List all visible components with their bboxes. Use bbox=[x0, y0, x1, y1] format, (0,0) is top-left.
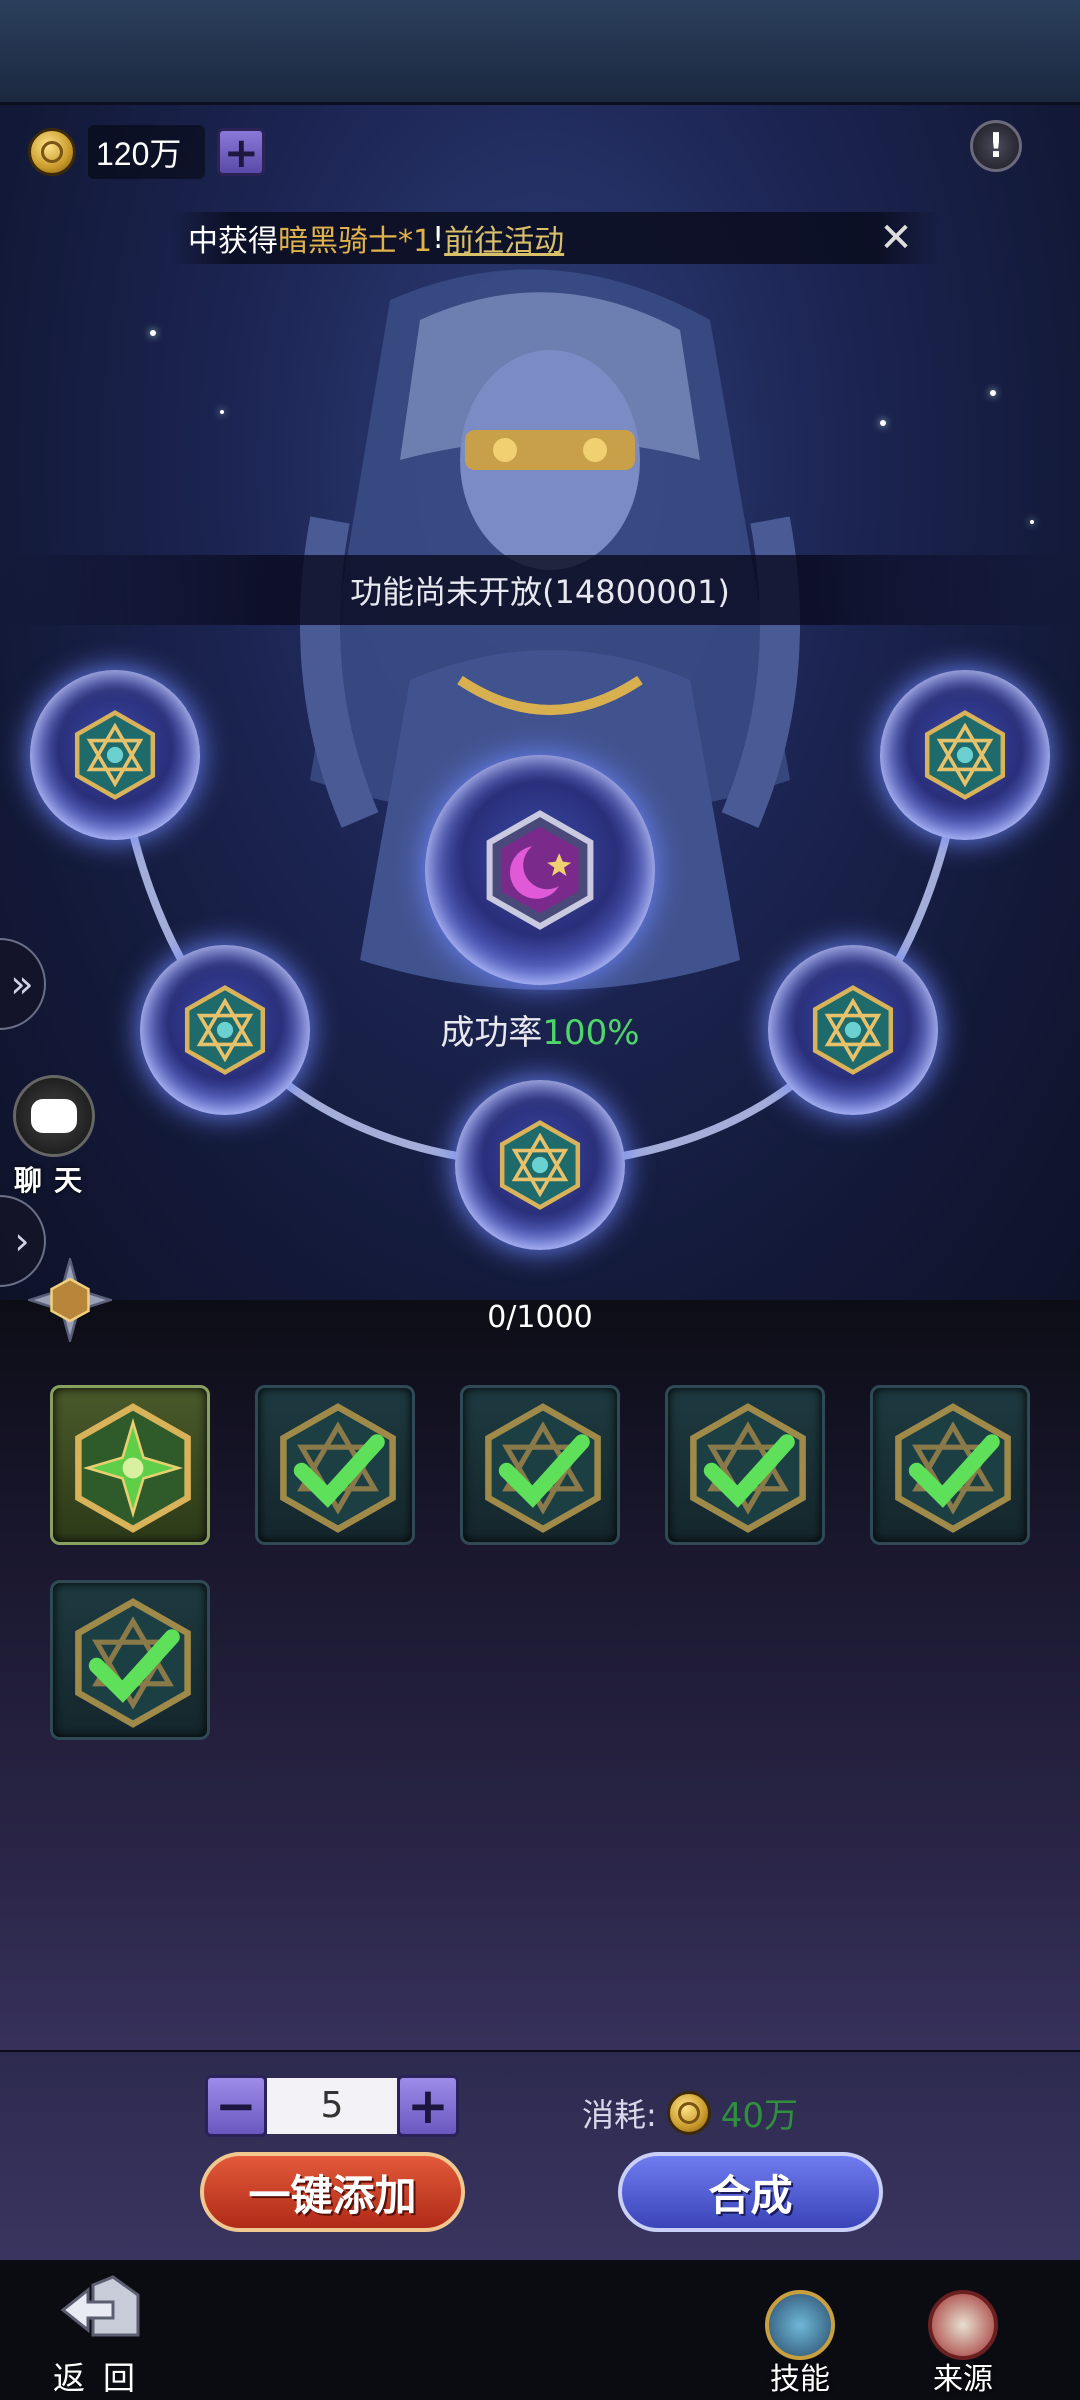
fusion-scene: 功能尚未开放(14800001) 成功率100% bbox=[0, 0, 1080, 1320]
checked-rune-icon bbox=[895, 1403, 1011, 1533]
marquee-text: 中获得 bbox=[188, 224, 278, 259]
increase-button[interactable]: + bbox=[397, 2075, 459, 2137]
moon-emblem-icon bbox=[486, 810, 594, 930]
source-label: 来源 bbox=[933, 2362, 993, 2397]
material-slot-checked[interactable] bbox=[50, 1580, 210, 1740]
material-slot-checked[interactable] bbox=[255, 1385, 415, 1545]
merge-button[interactable]: 合成 bbox=[618, 2152, 883, 2232]
info-icon[interactable]: ! bbox=[970, 120, 1022, 172]
checked-rune-icon bbox=[485, 1403, 601, 1533]
marquee-exclaim: ! bbox=[432, 220, 445, 256]
source-button[interactable]: 来源 bbox=[908, 2290, 1018, 2398]
back-label: 返回 bbox=[52, 2359, 153, 2397]
quantity-value[interactable]: 5 bbox=[267, 2078, 397, 2134]
close-icon[interactable]: ✕ bbox=[876, 218, 916, 258]
magnifier-icon bbox=[765, 2290, 835, 2360]
marquee-item: 暗黑骑士*1 bbox=[278, 224, 433, 259]
add-all-button[interactable]: 一键添加 bbox=[200, 2152, 465, 2232]
gold-coin-icon bbox=[666, 2090, 711, 2135]
material-count: 0/1000 bbox=[487, 1300, 593, 1335]
compass-emblem-icon[interactable] bbox=[28, 1258, 112, 1342]
goto-event-link[interactable]: 前往活动 bbox=[444, 216, 564, 260]
source-emblem-icon bbox=[928, 2290, 998, 2360]
gold-coin-icon bbox=[28, 128, 76, 176]
success-rate-label: 成功率 bbox=[440, 1013, 543, 1053]
result-orb[interactable] bbox=[425, 755, 655, 985]
material-slot-checked[interactable] bbox=[460, 1385, 620, 1545]
chat-button[interactable]: 聊天 bbox=[8, 1075, 100, 1199]
add-gold-button[interactable]: + bbox=[217, 128, 266, 177]
back-arrow-icon bbox=[60, 2275, 140, 2337]
quantity-stepper: − 5 + bbox=[205, 2075, 459, 2137]
gold-amount: 120万 bbox=[88, 125, 206, 179]
checked-rune-icon bbox=[690, 1403, 806, 1533]
material-slot-checked[interactable] bbox=[870, 1385, 1030, 1545]
skills-button[interactable]: 技能 bbox=[745, 2290, 855, 2398]
skills-label: 技能 bbox=[770, 2362, 830, 2397]
material-orb-5[interactable] bbox=[455, 1080, 625, 1250]
chat-label: 聊天 bbox=[13, 1164, 94, 1197]
decrease-button[interactable]: − bbox=[205, 2075, 267, 2137]
material-slot-checked[interactable] bbox=[665, 1385, 825, 1545]
cost-label: 消耗: bbox=[582, 2095, 657, 2134]
currency-bar: 120万 + bbox=[28, 125, 266, 179]
material-slot-selected[interactable] bbox=[50, 1385, 210, 1545]
green-rune-icon bbox=[75, 1403, 191, 1533]
cost-value: 40万 bbox=[720, 2096, 799, 2136]
success-rate-value: 100% bbox=[542, 1013, 640, 1053]
checked-rune-icon bbox=[75, 1598, 191, 1728]
fusion-controls bbox=[0, 2050, 1080, 2260]
material-orb-2[interactable] bbox=[880, 670, 1050, 840]
material-orb-1[interactable] bbox=[30, 670, 200, 840]
back-button[interactable]: 返回 bbox=[48, 2275, 158, 2399]
checked-rune-icon bbox=[280, 1403, 396, 1533]
announcement-marquee: 中获得 暗黑骑士*1 ! 前往活动 bbox=[170, 212, 940, 264]
cost-display: 消耗: 40万 bbox=[582, 2088, 798, 2137]
success-rate: 成功率100% bbox=[0, 1005, 1080, 1054]
chat-bubble-icon bbox=[13, 1075, 95, 1157]
